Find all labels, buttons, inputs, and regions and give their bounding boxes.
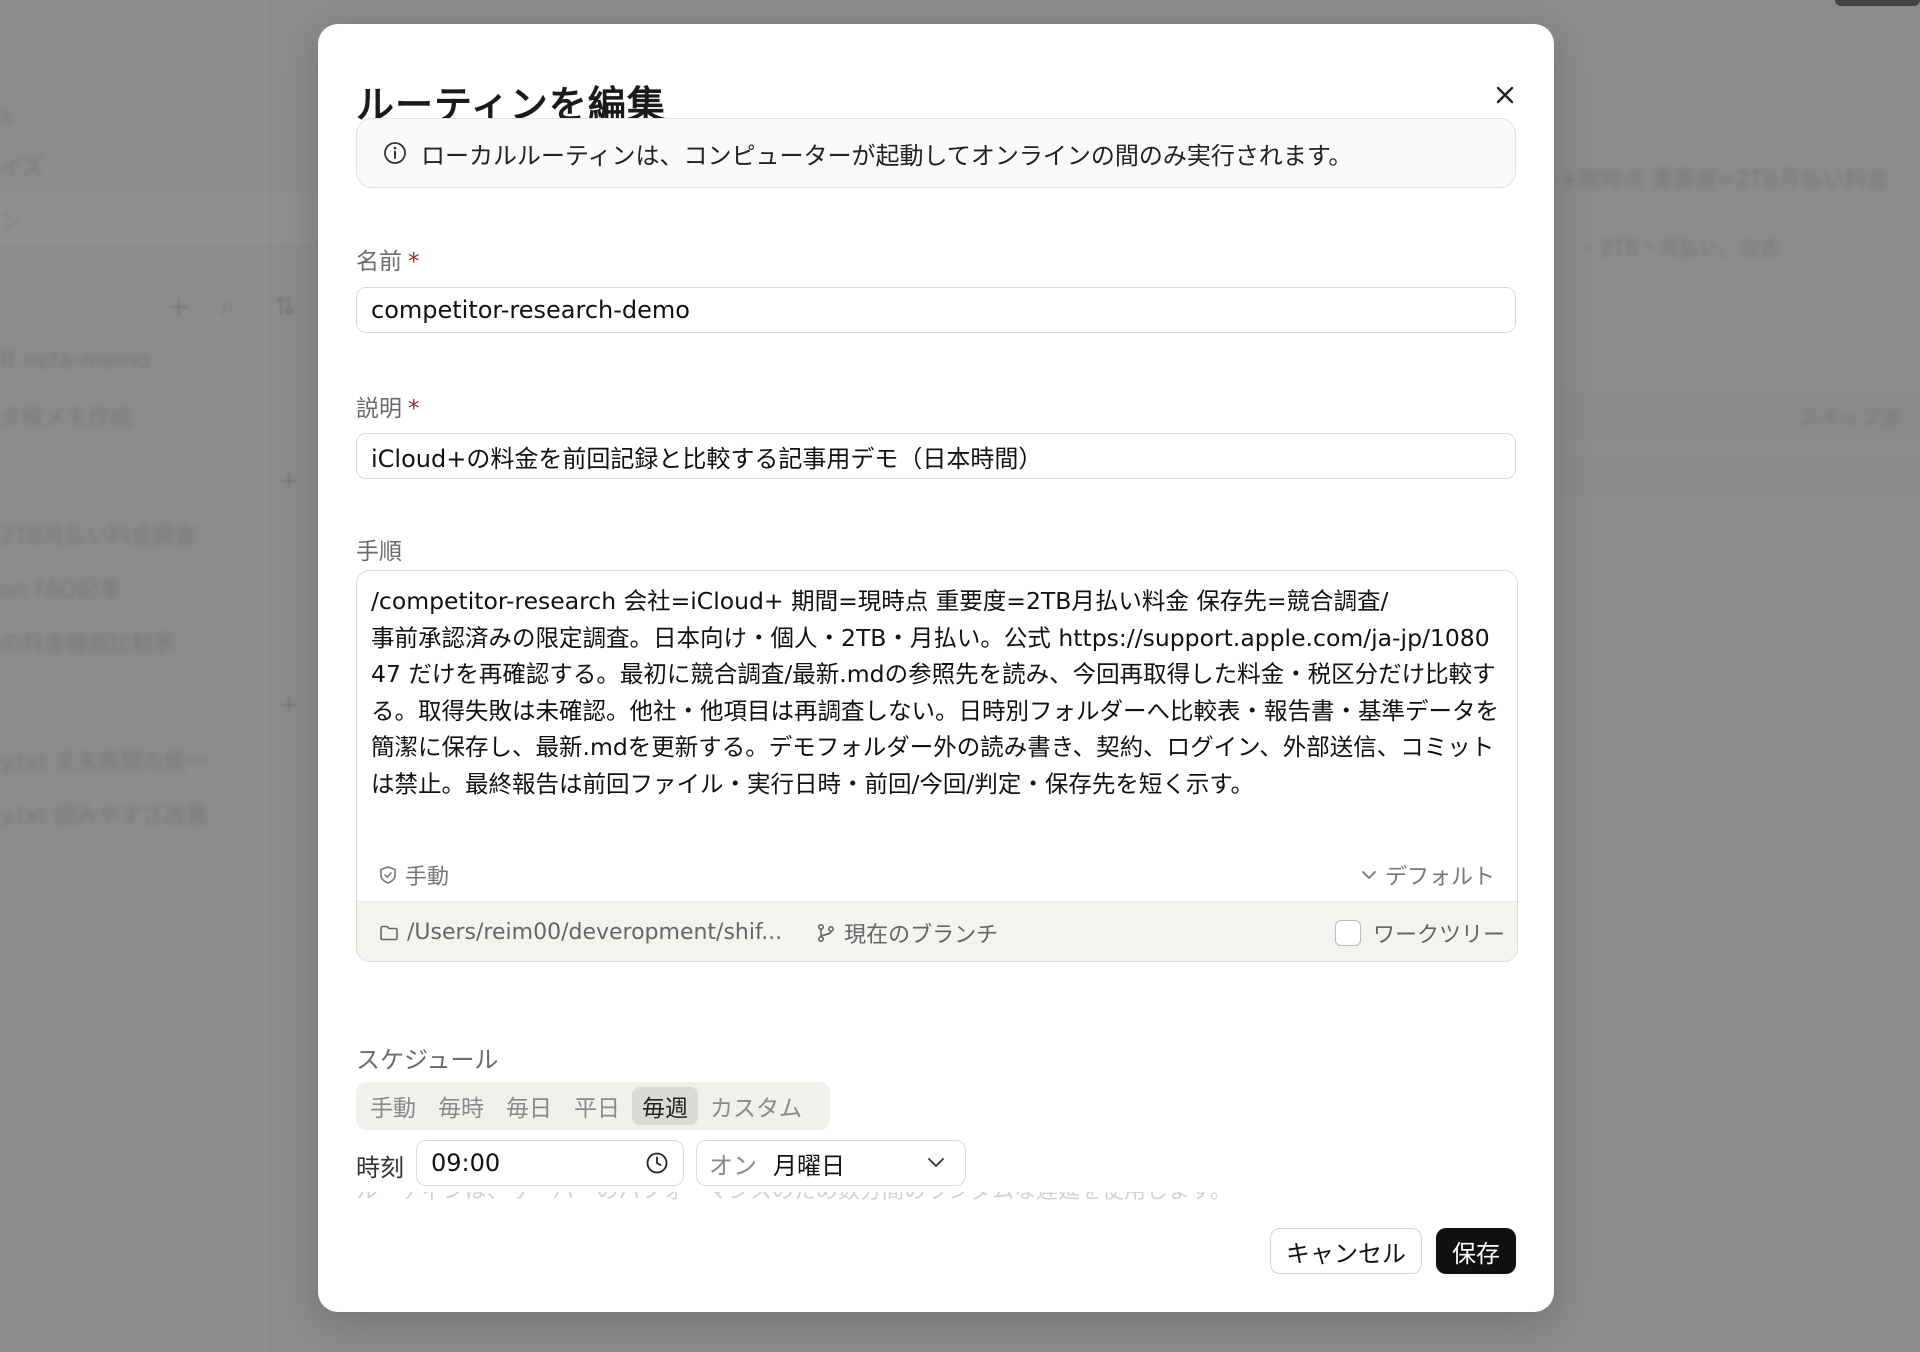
model-select[interactable]: デフォルト xyxy=(1361,859,1495,891)
description-input-value: iCloud+の料金を前回記録と比較する記事用デモ（日本時間） xyxy=(371,444,1043,473)
weekday-select[interactable]: オン 月曜日 xyxy=(696,1140,966,1186)
name-input-value: competitor-research-demo xyxy=(371,296,690,324)
time-value: 09:00 xyxy=(431,1149,501,1177)
add-icon[interactable]: + xyxy=(278,690,300,720)
model-select-label: デフォルト xyxy=(1384,865,1495,890)
sidebar-divider xyxy=(270,0,271,1352)
steps-editor: /competitor-research 会社=iCloud+ 期間=現時点 重… xyxy=(356,570,1518,962)
notice-text: ローカルルーティンは、コンピューターが起動してオンラインの間のみ実行されます。 xyxy=(421,141,1353,170)
frequency-option-daily[interactable]: 毎日 xyxy=(496,1087,562,1125)
time-input[interactable]: 09:00 xyxy=(416,1140,684,1186)
frequency-option-hourly[interactable]: 毎時 xyxy=(428,1087,494,1125)
schedule-delay-note-text: ルーティンは、サーバーのパフォーマンスのため数分間のランダムな遅延を使用します。 xyxy=(356,1192,1232,1204)
sidebar-item[interactable]: 2TB月払い料金調査 xyxy=(0,518,197,550)
description-input[interactable]: iCloud+の料金を前回記録と比較する記事用デモ（日本時間） xyxy=(356,433,1516,479)
add-icon[interactable]: + xyxy=(168,292,190,322)
sidebar-item[interactable]: ft neta-memo xyxy=(0,348,150,373)
shield-icon xyxy=(380,866,396,884)
schedule-delay-note: ルーティンは、サーバーのパフォーマンスのため数分間のランダムな遅延を使用します。 xyxy=(356,1192,1516,1208)
frequency-option-custom[interactable]: カスタム xyxy=(700,1087,812,1125)
sidebar-item[interactable]: の料金機能比較表 xyxy=(0,626,176,658)
add-icon[interactable]: + xyxy=(278,466,300,496)
name-label-text: 名前 xyxy=(356,249,402,275)
background-column-label: スキップ済 xyxy=(1800,406,1900,430)
sidebar-item[interactable]: on FAQ記事 xyxy=(0,572,121,604)
sidebar-item[interactable]: s xyxy=(0,104,11,129)
background-table-row xyxy=(1560,454,1920,496)
frequency-option-manual[interactable]: 手動 xyxy=(360,1087,426,1125)
day-prefix: オン xyxy=(709,1151,757,1180)
sidebar-item[interactable]: イズ xyxy=(0,150,43,182)
edit-routine-dialog: ルーティンを編集 ローカルルーティンは、コンピューターが起動してオンラインの間の… xyxy=(318,24,1554,1312)
search-icon[interactable]: ⌕ xyxy=(220,292,235,323)
info-icon xyxy=(384,142,406,164)
sort-icon[interactable]: ⇅ xyxy=(274,292,296,322)
time-label: 時刻 xyxy=(356,1154,404,1182)
worktree-label: ワークツリー xyxy=(1372,922,1505,948)
branch-label: 現在のブランチ xyxy=(844,922,999,948)
steps-textarea[interactable]: /competitor-research 会社=iCloud+ 期間=現時点 重… xyxy=(371,583,1501,802)
top-bar-handle xyxy=(1835,0,1920,6)
close-icon xyxy=(1496,86,1514,104)
branch-picker[interactable]: 現在のブランチ xyxy=(816,917,998,949)
clock-icon xyxy=(646,1152,668,1174)
sidebar-item[interactable]: y.txt 文末表現の統一 xyxy=(0,744,208,776)
worktree-checkbox[interactable] xyxy=(1334,919,1361,946)
name-label: 名前 * xyxy=(356,242,420,276)
required-mark: * xyxy=(408,249,420,275)
folder-picker[interactable]: /Users/reim00/deveropment/shif... xyxy=(379,920,782,945)
close-button[interactable] xyxy=(1490,80,1520,110)
description-label-text: 説明 xyxy=(356,396,402,422)
sidebar-item[interactable]: y.txt 読みやすさ改善 xyxy=(0,798,208,830)
save-button[interactable]: 保存 xyxy=(1436,1228,1516,1274)
schedule-label: スケジュール xyxy=(356,1046,499,1074)
permission-mode-button[interactable]: 手動 xyxy=(379,859,449,891)
schedule-frequency-selector: 手動 毎時 毎日 平日 毎週 カスタム xyxy=(356,1082,830,1130)
folder-path: /Users/reim00/deveropment/shif... xyxy=(407,920,783,945)
frequency-option-weekdays[interactable]: 平日 xyxy=(564,1087,630,1125)
sidebar-item[interactable]: タ帳メモ作成 xyxy=(0,400,132,432)
name-input[interactable]: competitor-research-demo xyxy=(356,287,1516,333)
frequency-option-weekly[interactable]: 毎週 xyxy=(632,1087,698,1125)
worktree-toggle[interactable]: ワークツリー xyxy=(1334,917,1505,949)
chevron-down-icon xyxy=(928,1158,944,1167)
steps-footer: /Users/reim00/deveropment/shif... 現在のブラン… xyxy=(357,901,1517,961)
weekday-value: 月曜日 xyxy=(773,1151,845,1180)
git-branch-icon xyxy=(818,923,835,942)
background-sub-text: ・2TB・月払い。公式 xyxy=(1580,236,1779,260)
steps-label: 手順 xyxy=(356,539,402,565)
sidebar-item[interactable]: ン xyxy=(0,204,22,236)
description-label: 説明 * xyxy=(356,389,420,423)
permission-mode-label: 手動 xyxy=(405,865,450,890)
folder-icon xyxy=(380,925,398,940)
local-routine-notice: ローカルルーティンは、コンピューターが起動してオンラインの間のみ実行されます。 xyxy=(356,118,1516,188)
required-mark: * xyxy=(408,396,420,422)
cancel-button[interactable]: キャンセル xyxy=(1270,1228,1422,1274)
background-header-text: +現時点 重要度=2TB月払い料金 xyxy=(1560,168,1889,193)
chevron-down-icon xyxy=(1362,871,1376,879)
